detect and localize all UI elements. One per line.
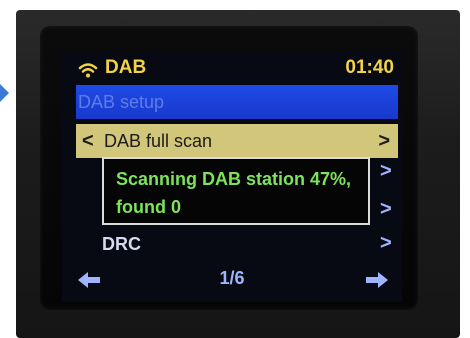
menu-item-dab-full-scan[interactable]: < DAB full scan > <box>76 124 398 158</box>
section-title: DAB setup <box>78 92 165 112</box>
lcd-screen: DAB 01:40 DAB setup < DAB full scan > Sc… <box>62 52 402 302</box>
chevron-right-icon: > <box>380 160 392 182</box>
external-arrow-marker <box>0 84 9 102</box>
clock: 01:40 <box>345 57 394 78</box>
right-arrow-icon[interactable] <box>364 271 388 289</box>
chevron-right-icon: > <box>378 130 390 152</box>
wifi-icon <box>78 63 98 78</box>
scan-progress-popup: Scanning DAB station 47%, found 0 <box>102 157 370 225</box>
chevron-left-icon: < <box>82 130 94 152</box>
status-bar: DAB 01:40 <box>62 52 402 82</box>
popup-message: Scanning DAB station 47%, found 0 <box>116 165 366 221</box>
section-header: DAB setup <box>76 85 398 119</box>
popup-line-2: found 0 <box>116 197 181 217</box>
chevron-right-icon: > <box>380 232 392 254</box>
mode-title: DAB <box>105 57 147 78</box>
menu-item-label: DRC <box>102 234 141 254</box>
chevron-right-icon: > <box>380 198 392 220</box>
page-indicator: 1/6 <box>219 268 245 288</box>
menu-item-label: DAB full scan <box>104 131 213 151</box>
popup-line-1: Scanning DAB station 47%, <box>116 169 352 189</box>
